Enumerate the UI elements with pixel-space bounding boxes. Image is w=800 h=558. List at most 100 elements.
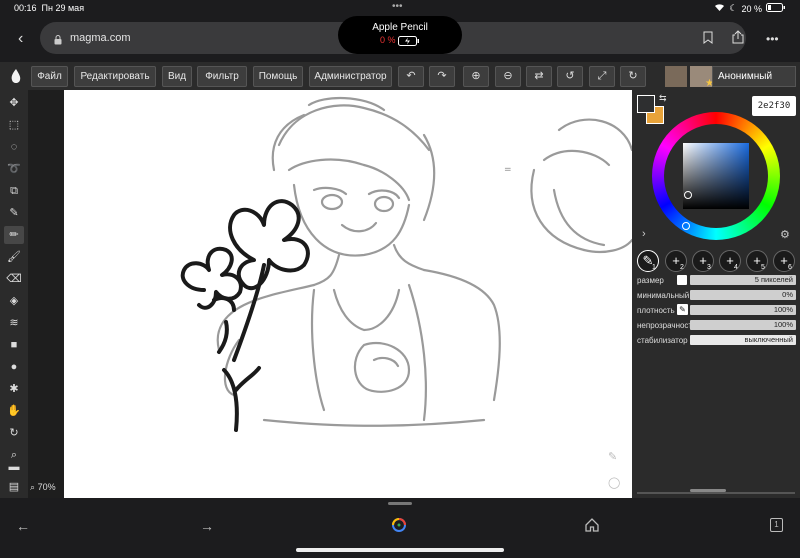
color-panel: ⇆ 2e2f30 › ⚙ ✎ 1 + 2 + 3 + 4 + 5 + 6 раз…	[632, 90, 800, 498]
menu-admin[interactable]: Администратор	[309, 66, 392, 87]
min-size-slider[interactable]: 0%	[690, 290, 796, 300]
size-label: размер	[637, 276, 664, 285]
pencil-percent: 0 %	[379, 35, 396, 45]
density-label: плотность	[637, 306, 675, 315]
eyedropper-icon[interactable]: ✎	[4, 204, 24, 222]
drawing-canvas[interactable]: =	[64, 90, 632, 498]
canvas-area: = ⌕ 70% ✎ ◯	[28, 90, 632, 498]
moon-icon: ☾	[729, 3, 738, 13]
username-button[interactable]: Анонимный	[712, 66, 796, 87]
pencil-title: Apple Pencil	[372, 22, 428, 33]
url-text: magma.com	[70, 32, 131, 44]
brush-icon[interactable]: 🖌	[4, 248, 24, 266]
size-lock-checkbox[interactable]	[677, 275, 687, 285]
brush-index: 1	[652, 264, 656, 271]
rectangle-icon[interactable]: ■	[4, 336, 24, 354]
browser-bottom-bar: ← → 1	[0, 502, 800, 558]
brush-index: 4	[734, 264, 738, 271]
pencil-battery: 0 %	[338, 35, 462, 46]
sketch-drawing: =	[180, 97, 632, 432]
min-size-label: минимальный	[637, 291, 690, 300]
ellipse-select-icon[interactable]: ◌	[4, 138, 24, 156]
filmstrip-icon[interactable]: ▤	[4, 478, 24, 496]
back-arrow-icon[interactable]: ←	[16, 518, 30, 534]
share-icon[interactable]	[732, 30, 744, 49]
menu-file[interactable]: Файл	[31, 66, 68, 87]
gradient-icon[interactable]: ≋	[4, 314, 24, 332]
brush-index: 3	[707, 264, 711, 271]
panel-resize-handle[interactable]	[690, 489, 726, 492]
expand-chevron-icon[interactable]: ›	[642, 228, 646, 240]
status-right: ☾ 20 %	[714, 3, 786, 14]
app-toolbar: Файл Редактировать Вид Фильтр Помощь Адм…	[0, 62, 800, 90]
menu-help[interactable]: Помощь	[253, 66, 303, 87]
hex-input[interactable]: 2e2f30	[752, 96, 796, 116]
pen-pressure-icon[interactable]: ✎	[677, 304, 688, 315]
wifi-icon	[714, 3, 725, 14]
apple-pencil-battery-popup: Apple Pencil 0 %	[338, 16, 462, 54]
status-date: Пн 29 мая	[41, 3, 85, 13]
multitask-dots-icon[interactable]: •••	[392, 1, 403, 12]
fullscreen-icon[interactable]: ⤢	[589, 66, 615, 87]
hand-icon[interactable]: ✋	[4, 402, 24, 420]
forward-arrow-icon[interactable]: →	[200, 518, 214, 534]
magma-logo-icon[interactable]	[6, 67, 26, 87]
move-tool-icon[interactable]: ✥	[4, 94, 24, 112]
panel-divider	[637, 492, 795, 494]
ellipse-icon[interactable]: ●	[4, 358, 24, 376]
hue-ring[interactable]	[652, 112, 780, 240]
stabilizer-dropdown[interactable]: выключенный	[690, 335, 796, 345]
hue-picker-handle[interactable]	[682, 222, 690, 230]
zoom-icon: ⌕	[30, 482, 36, 492]
home-indicator	[296, 548, 504, 552]
menu-view[interactable]: Вид	[162, 66, 192, 87]
bookmark-icon[interactable]	[703, 31, 713, 49]
size-slider[interactable]: 5 пикселей	[690, 275, 796, 285]
saturation-value-square[interactable]	[683, 143, 749, 209]
opacity-label: непрозрачность	[637, 321, 691, 330]
menu-filter[interactable]: Фильтр	[197, 66, 247, 87]
drag-handle[interactable]	[388, 502, 412, 505]
zoom-value: 70%	[37, 482, 56, 492]
brush-index: 6	[788, 264, 792, 271]
home-icon[interactable]	[585, 518, 599, 537]
chat-icon[interactable]: ◯	[608, 476, 620, 489]
undo-icon[interactable]: ↶	[398, 66, 424, 87]
brush-index: 2	[680, 264, 684, 271]
color-picker-handle[interactable]	[684, 191, 692, 199]
opacity-slider[interactable]: 100%	[690, 320, 796, 330]
google-icon[interactable]	[391, 517, 407, 538]
status-time: 00:16	[14, 3, 37, 13]
density-slider[interactable]: 100%	[690, 305, 796, 315]
zoom-indicator[interactable]: ⌕ 70%	[30, 482, 56, 493]
tool-palette: ✥ ⬚ ◌ ➰ ⧉ ✎ ✏ 🖌 ⌫ ◈ ≋ ■ ● ✱ ✋ ↻ ⌕ ▬ ▤	[0, 90, 28, 498]
status-time-date: 00:16 Пн 29 мая	[14, 3, 84, 13]
more-options-icon[interactable]: •••	[766, 32, 779, 46]
primary-color-swatch[interactable]	[637, 95, 655, 113]
lock-icon	[54, 32, 62, 50]
pen-icon[interactable]: ✎	[608, 450, 617, 463]
menu-edit[interactable]: Редактировать	[74, 66, 156, 87]
rotate-left-icon[interactable]: ↺	[557, 66, 583, 87]
avatar[interactable]	[665, 66, 687, 87]
swap-icon[interactable]: ⇄	[526, 66, 552, 87]
reset-view-icon[interactable]: ↻	[620, 66, 646, 87]
rect-select-icon[interactable]: ⬚	[4, 116, 24, 134]
transform-icon[interactable]: ⧉	[4, 182, 24, 200]
browser-back-icon[interactable]: ‹	[18, 30, 23, 48]
paint-bucket-icon[interactable]: ◈	[4, 292, 24, 310]
zoom-out-icon[interactable]: ⊖	[495, 66, 521, 87]
brush-index: 5	[761, 264, 765, 271]
shape-icon[interactable]: ✱	[4, 380, 24, 398]
zoom-in-icon[interactable]: ⊕	[463, 66, 489, 87]
ipad-status-bar: 00:16 Пн 29 мая ••• ☾ 20 %	[0, 0, 800, 16]
rotate-view-icon[interactable]: ↻	[4, 424, 24, 442]
settings-gear-icon[interactable]: ⚙	[780, 228, 790, 241]
pencil-tool-icon[interactable]: ✏	[4, 226, 24, 244]
swap-colors-icon[interactable]: ⇆	[659, 93, 667, 104]
redo-icon[interactable]: ↷	[429, 66, 455, 87]
stabilizer-label: стабилизатор	[637, 336, 688, 345]
tabs-count-icon[interactable]: 1	[770, 518, 783, 532]
eraser-icon[interactable]: ⌫	[4, 270, 24, 288]
lasso-icon[interactable]: ➰	[4, 160, 24, 178]
